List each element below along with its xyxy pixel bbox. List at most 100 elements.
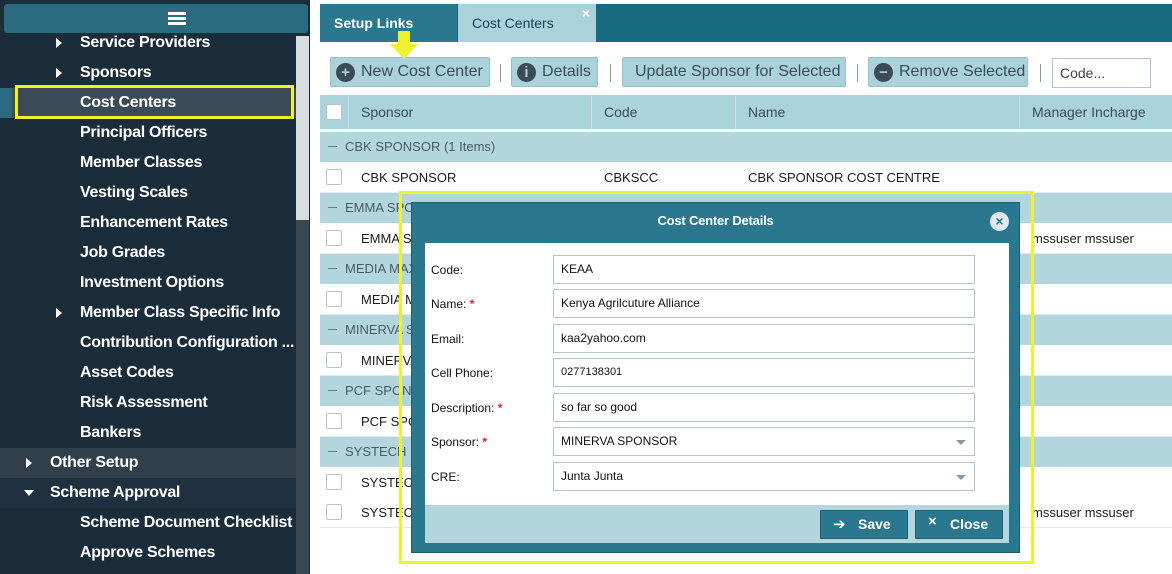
field-label: Cell Phone:	[431, 366, 494, 380]
sidebar-scrollbar[interactable]	[296, 36, 309, 574]
sidebar-item-label: Enhancement Rates	[80, 214, 228, 231]
sidebar-item-label: Scheme Document Checklist	[80, 514, 293, 531]
code-search-input[interactable]	[1052, 58, 1151, 88]
column-header-manager[interactable]: Manager Incharge	[1019, 95, 1172, 129]
group-title: CBK SPONSOR (1 Items)	[345, 139, 496, 154]
required-marker: *	[469, 297, 475, 311]
collapse-minus-icon[interactable]	[328, 329, 337, 330]
details-button[interactable]: i Details	[511, 57, 598, 87]
info-circle-icon: i	[517, 63, 536, 82]
sponsor-select[interactable]: MINERVA SPONSOR	[553, 427, 975, 456]
dialog-close-icon[interactable]: ×	[990, 212, 1009, 231]
form-row-email: Email: kaa2yahoo.com	[425, 324, 1009, 354]
sign-in-icon: ➔	[833, 516, 846, 533]
sidebar-item-approve-schemes[interactable]: Approve Schemes	[0, 538, 296, 568]
close-icon: ×	[928, 513, 937, 530]
sidebar-item-enhancement-rates[interactable]: Enhancement Rates	[0, 208, 296, 238]
sidebar-item-scheme-document-checklist[interactable]: Scheme Document Checklist	[0, 508, 296, 538]
toolbar-divider	[1040, 64, 1041, 82]
details-label: Details	[542, 63, 591, 80]
sidebar-item-other-setup[interactable]: Other Setup	[0, 448, 296, 478]
sidebar-item-risk-assessment[interactable]: Risk Assessment	[0, 388, 296, 418]
tab-bar: Setup Links Cost Centers ×	[320, 4, 1172, 42]
close-button[interactable]: × Close	[915, 510, 1003, 539]
sidebar-item-label: Risk Assessment	[80, 394, 208, 411]
cre-select-value: Junta Junta	[561, 469, 624, 483]
row-checkbox[interactable]	[326, 352, 342, 368]
cell-code: CBKSCC	[604, 170, 659, 185]
cre-select[interactable]: Junta Junta	[553, 462, 975, 491]
new-cost-center-button[interactable]: + New Cost Center	[330, 57, 490, 87]
collapse-minus-icon[interactable]	[328, 390, 337, 391]
minus-circle-icon: −	[874, 63, 893, 82]
sidebar-item-label: Asset Codes	[80, 364, 174, 381]
dialog-title: Cost Center Details	[657, 213, 774, 228]
tab-close-icon[interactable]: ×	[582, 0, 590, 32]
description-field[interactable]: so far so good	[553, 393, 975, 422]
column-header-name[interactable]: Name	[735, 95, 1019, 129]
row-checkbox[interactable]	[326, 474, 342, 490]
tab-cost-centers[interactable]: Cost Centers ×	[458, 4, 596, 42]
email-field[interactable]: kaa2yahoo.com	[553, 324, 975, 353]
sidebar-item-member-class-specific-info[interactable]: Member Class Specific Info	[0, 298, 296, 328]
remove-selected-button[interactable]: − Remove Selected	[868, 57, 1028, 87]
form-row-cell-phone: Cell Phone: 0277138301	[425, 358, 1009, 388]
sidebar-item-investment-options[interactable]: Investment Options	[0, 268, 296, 298]
column-header-code[interactable]: Code	[591, 95, 735, 129]
sponsor-select-value: MINERVA SPONSOR	[561, 434, 678, 448]
sidebar-item-asset-codes[interactable]: Asset Codes	[0, 358, 296, 388]
name-field[interactable]: Kenya Agrilcuture Alliance	[553, 289, 975, 318]
collapse-arrow-icon	[24, 490, 34, 496]
row-checkbox[interactable]	[326, 291, 342, 307]
tab-label: Setup Links	[334, 15, 414, 31]
sidebar-item-label: Investment Options	[80, 274, 224, 291]
field-label: Email:	[431, 332, 465, 346]
sidebar-item-label: Member Class Specific Info	[80, 304, 281, 321]
row-checkbox[interactable]	[326, 413, 342, 429]
collapse-minus-icon[interactable]	[328, 207, 337, 208]
hamburger-menu-icon[interactable]	[168, 12, 186, 26]
field-label: Description: *	[431, 401, 503, 415]
table-row[interactable]: CBK SPONSOR CBKSCC CBK SPONSOR COST CENT…	[320, 162, 1172, 193]
sidebar-item-contribution-configuration[interactable]: Contribution Configuration ...	[0, 328, 296, 358]
cell-phone-field[interactable]: 0277138301	[553, 358, 975, 387]
highlight-box-cost-centers	[15, 85, 294, 119]
sidebar-scrollbar-thumb[interactable]	[296, 36, 309, 220]
collapse-minus-icon[interactable]	[328, 146, 337, 147]
row-checkbox[interactable]	[326, 169, 342, 185]
field-label: Sponsor: *	[431, 435, 488, 449]
dialog-body: Code: KEAA Name: * Kenya Agrilcuture All…	[425, 243, 1009, 505]
chevron-down-icon	[956, 440, 966, 445]
collapse-minus-icon[interactable]	[328, 451, 337, 452]
sidebar-item-sponsors[interactable]: Sponsors	[0, 58, 296, 88]
sidebar-item-service-providers[interactable]: Service Providers	[0, 28, 296, 58]
cell-sponsor: CBK SPONSOR	[361, 170, 457, 185]
select-all-checkbox[interactable]	[326, 104, 342, 120]
row-checkbox[interactable]	[326, 230, 342, 246]
sidebar-item-job-grades[interactable]: Job Grades	[0, 238, 296, 268]
tab-label: Cost Centers	[472, 15, 554, 31]
row-checkbox[interactable]	[326, 504, 342, 520]
sidebar-item-label: Approve Schemes	[80, 544, 216, 561]
sidebar-item-label: Contribution Configuration ...	[80, 334, 295, 351]
save-button[interactable]: ➔ Save	[820, 510, 908, 539]
sidebar-item-label: Principal Officers	[80, 124, 208, 141]
sidebar-item-principal-officers[interactable]: Principal Officers	[0, 118, 296, 148]
group-header[interactable]: CBK SPONSOR (1 Items)	[320, 132, 1172, 162]
sidebar-item-label: Scheme Approval	[50, 484, 181, 501]
code-field[interactable]: KEAA	[553, 255, 975, 284]
update-sponsor-label: Update Sponsor for Selected	[635, 63, 841, 80]
sidebar-item-vesting-scales[interactable]: Vesting Scales	[0, 178, 296, 208]
sidebar-item-scheme-approval[interactable]: Scheme Approval	[0, 478, 296, 508]
cell-name: CBK SPONSOR COST CENTRE	[748, 170, 940, 185]
plus-circle-icon: +	[336, 63, 355, 82]
tab-setup-links[interactable]: Setup Links	[320, 4, 457, 42]
sidebar-item-member-classes[interactable]: Member Classes	[0, 148, 296, 178]
sidebar-item-bankers[interactable]: Bankers	[0, 418, 296, 448]
sidebar-item-label: Vesting Scales	[80, 184, 188, 201]
column-header-sponsor[interactable]: Sponsor	[348, 95, 591, 129]
new-cost-center-label: New Cost Center	[361, 63, 483, 80]
collapse-minus-icon[interactable]	[328, 268, 337, 269]
close-label: Close	[950, 516, 989, 532]
update-sponsor-button[interactable]: Update Sponsor for Selected	[622, 57, 846, 87]
